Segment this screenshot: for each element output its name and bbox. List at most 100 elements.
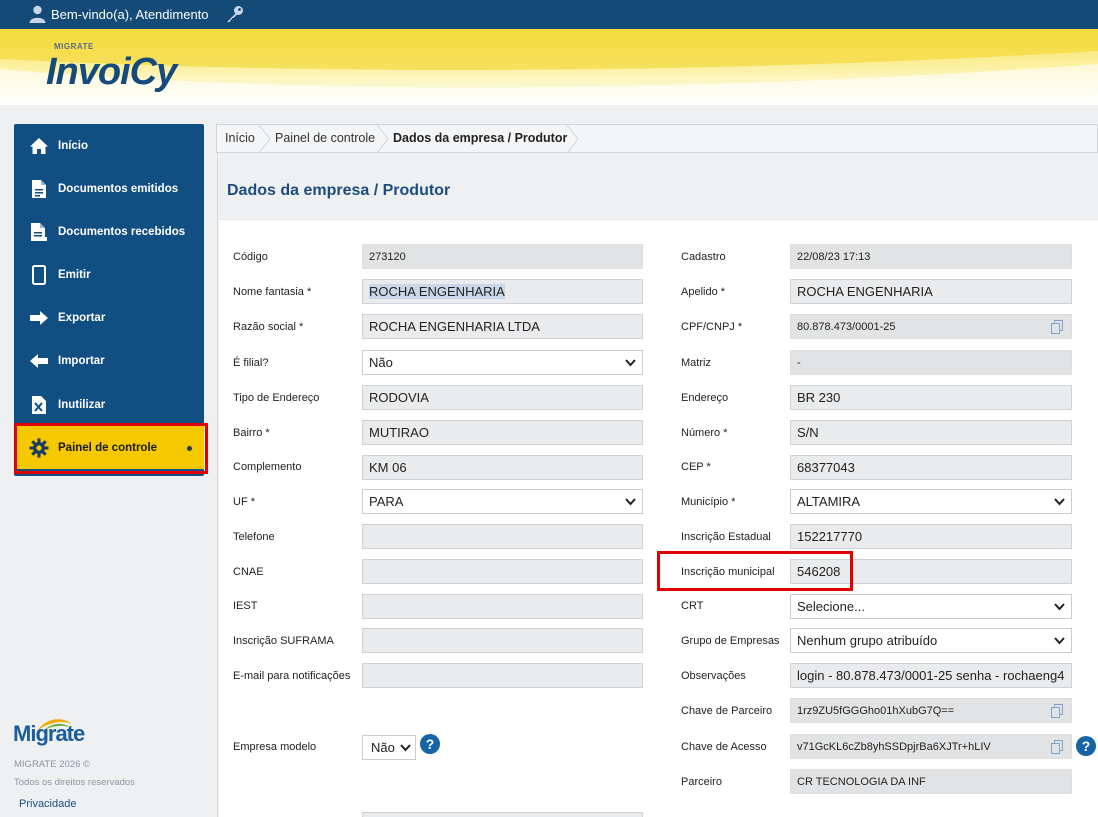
sidebar-item-label: Exportar	[58, 311, 106, 324]
codigo-field: 273120	[362, 244, 643, 269]
endereco-label: Endereço	[681, 392, 729, 404]
copy-icon[interactable]	[1051, 740, 1063, 754]
sidebar-item-importar[interactable]: Importar	[14, 339, 204, 382]
sidebar-item-exportar[interactable]: Exportar	[14, 296, 204, 339]
sidebar-item-label: Importar	[58, 354, 105, 367]
chave-acesso-help-icon[interactable]: ?	[1076, 736, 1096, 756]
copy-icon[interactable]	[1051, 704, 1063, 718]
razao-social-field[interactable]: ROCHA ENGENHARIA LTDA	[362, 314, 643, 339]
main-divider	[217, 124, 218, 817]
matriz-field: -	[790, 350, 1072, 375]
privacy-link[interactable]: Privacidade	[19, 798, 76, 810]
breadcrumb-separator	[567, 125, 579, 153]
uf-select[interactable]: PARA	[362, 489, 643, 514]
document-x-icon	[28, 394, 50, 416]
cpf-cnpj-field: 80.878.473/0001-25	[790, 314, 1072, 339]
endereco-field[interactable]: BR 230	[790, 385, 1072, 410]
breadcrumb: Início Painel de controle Dados da empre…	[216, 124, 1098, 153]
copyright-text: MIGRATE 2026 ©	[14, 759, 90, 770]
complemento-field[interactable]: KM 06	[362, 455, 643, 480]
cep-field[interactable]: 68377043	[790, 455, 1072, 480]
empresa-modelo-help-icon[interactable]: ?	[420, 734, 440, 754]
arrow-right-icon	[28, 307, 50, 329]
breadcrumb-inicio[interactable]: Início	[225, 131, 255, 145]
observacoes-field[interactable]: login - 80.878.473/0001-25 senha - rocha…	[790, 663, 1072, 688]
filial-select[interactable]: Não	[362, 350, 643, 375]
key-icon[interactable]	[225, 4, 245, 24]
codigo-label: Código	[233, 251, 268, 263]
migrate-logo: Migrate	[13, 721, 85, 746]
sidebar-item-documentos-recebidos[interactable]: Documentos recebidos	[14, 210, 204, 253]
document-in-icon	[28, 221, 50, 243]
chevron-down-icon	[1054, 603, 1065, 611]
nome-fantasia-label: Nome fantasia *	[233, 286, 312, 298]
chevron-down-icon	[400, 744, 411, 752]
inscricao-municipal-field[interactable]: 546208	[790, 559, 1072, 584]
apelido-label: Apelido *	[681, 286, 726, 298]
nome-fantasia-field[interactable]: ROCHA ENGENHARIA	[362, 279, 643, 304]
bairro-field[interactable]: MUTIRAO	[362, 420, 643, 445]
sidebar-item-label: Emitir	[58, 268, 91, 281]
bairro-label: Bairro *	[233, 427, 270, 439]
header-banner: MIGRATE InvoiCy	[0, 29, 1098, 105]
form-panel	[219, 219, 1098, 817]
inscricao-estadual-field[interactable]: 152217770	[790, 524, 1072, 549]
cep-label: CEP *	[681, 461, 711, 473]
document-out-icon	[28, 178, 50, 200]
municipio-select[interactable]: ALTAMIRA	[790, 489, 1072, 514]
sidebar-item-inicio[interactable]: Início	[14, 124, 204, 167]
empresa-modelo-label: Empresa modelo	[233, 741, 317, 753]
grupo-empresas-select[interactable]: Nenhum grupo atribuído	[790, 628, 1072, 653]
suframa-field[interactable]	[362, 628, 643, 653]
cadastro-label: Cadastro	[681, 251, 726, 263]
sidebar-item-label: Documentos recebidos	[58, 225, 186, 238]
telefone-label: Telefone	[233, 531, 275, 543]
suframa-label: Inscrição SUFRAMA	[233, 635, 334, 647]
chave-parceiro-label: Chave de Parceiro	[681, 705, 773, 717]
observacoes-label: Observações	[681, 670, 746, 682]
iest-field[interactable]	[362, 594, 643, 619]
email-notificacoes-label: E-mail para notificações	[233, 670, 351, 682]
sidebar-item-label: Início	[58, 139, 89, 152]
chevron-down-icon	[625, 498, 636, 506]
telefone-field[interactable]	[362, 524, 643, 549]
logo-migrate-small: MIGRATE	[54, 42, 94, 51]
email-notificacoes-field[interactable]	[362, 663, 643, 688]
invoicy-logo[interactable]: InvoiCy	[46, 51, 177, 94]
numero-label: Número *	[681, 427, 728, 439]
complemento-label: Complemento	[233, 461, 302, 473]
numero-field[interactable]: S/N	[790, 420, 1072, 445]
user-icon	[29, 5, 46, 23]
sidebar-item-painel-de-controle[interactable]: Painel de controle	[14, 426, 204, 469]
chevron-down-icon	[1054, 637, 1065, 645]
chave-acesso-field: v71GcKL6cZb8yhSSDpjrBa6XJTr+hLIV	[790, 734, 1072, 759]
cnae-field[interactable]	[362, 559, 643, 584]
parceiro-field: CR TECNOLOGIA DA INF	[790, 769, 1072, 794]
parceiro-label: Parceiro	[681, 776, 722, 788]
sidebar-item-emitir[interactable]: Emitir	[14, 253, 204, 296]
matriz-label: Matriz	[681, 357, 711, 369]
grupo-empresas-label: Grupo de Empresas	[681, 635, 780, 647]
tipo-endereco-field[interactable]: RODOVIA	[362, 385, 643, 410]
sidebar-item-inutilizar[interactable]: Inutilizar	[14, 383, 204, 426]
empresa-modelo-select[interactable]: Não	[362, 735, 416, 760]
extra-field-partial[interactable]	[362, 812, 643, 817]
chevron-down-icon	[1054, 498, 1065, 506]
active-indicator-dot	[187, 446, 192, 451]
breadcrumb-painel[interactable]: Painel de controle	[275, 131, 375, 145]
welcome-text: Bem-vindo(a), Atendimento	[51, 7, 209, 22]
sidebar-item-label: Inutilizar	[58, 398, 106, 411]
mobile-icon	[28, 264, 50, 286]
iest-label: IEST	[233, 600, 258, 612]
cnae-label: CNAE	[233, 566, 264, 578]
uf-label: UF *	[233, 496, 255, 508]
breadcrumb-current: Dados da empresa / Produtor	[393, 131, 568, 145]
apelido-field[interactable]: ROCHA ENGENHARIA	[790, 279, 1072, 304]
breadcrumb-separator	[259, 125, 271, 153]
crt-select[interactable]: Selecione...	[790, 594, 1072, 619]
copy-icon[interactable]	[1051, 320, 1063, 334]
sidebar-item-label: Documentos emitidos	[58, 182, 179, 195]
sidebar-item-documentos-emitidos[interactable]: Documentos emitidos	[14, 167, 204, 210]
crt-label: CRT	[681, 600, 704, 612]
tipo-endereco-label: Tipo de Endereço	[233, 392, 320, 404]
